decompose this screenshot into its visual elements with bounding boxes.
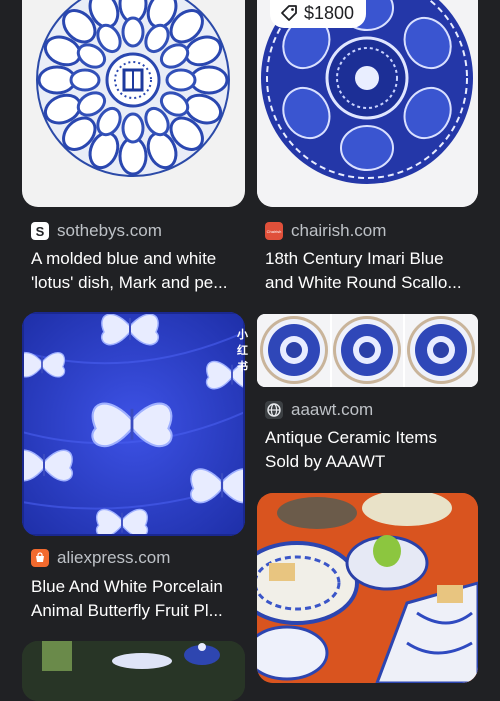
imari-plate-illustration <box>257 0 478 207</box>
result-title-line: A molded blue and white <box>31 249 217 268</box>
result-image-teapot-partial[interactable] <box>22 641 245 701</box>
teapot-illustration <box>22 641 245 701</box>
result-source: sothebys.com <box>57 221 162 240</box>
three-plates-illustration <box>257 314 478 387</box>
result-source-row[interactable]: aliexpress.com <box>31 548 170 568</box>
result-image-butterfly-plate[interactable] <box>22 312 245 536</box>
result-title-line: 18th Century Imari Blue <box>265 249 444 268</box>
result-title-line: and White Round Scallo... <box>265 273 462 292</box>
result-title[interactable]: Antique Ceramic Items Sold by AAAWT <box>265 426 475 474</box>
result-title[interactable]: A molded blue and white 'lotus' dish, Ma… <box>31 247 241 295</box>
result-image-lotus-dish[interactable] <box>22 0 245 207</box>
result-image-market-plates[interactable] <box>257 493 478 683</box>
aliexpress-favicon <box>31 549 49 567</box>
lotus-dish-illustration <box>36 0 230 177</box>
result-title[interactable]: Blue And White Porcelain Animal Butterfl… <box>31 575 241 623</box>
result-image-imari-plate[interactable] <box>257 0 478 207</box>
result-image-three-plates[interactable] <box>257 314 478 387</box>
result-source: chairish.com <box>291 221 387 240</box>
sothebys-favicon: S <box>31 222 49 240</box>
market-plates-illustration <box>257 493 478 683</box>
result-title-line: Sold by AAAWT <box>265 452 386 471</box>
result-title[interactable]: 18th Century Imari Blue and White Round … <box>265 247 475 295</box>
price-value: $1800 <box>304 2 355 23</box>
result-source: aliexpress.com <box>57 548 171 567</box>
chairish-favicon: Chairish <box>265 222 283 240</box>
result-source-row[interactable]: Chairish chairish.com <box>265 221 386 241</box>
result-title-line: Animal Butterfly Fruit Pl... <box>31 601 223 620</box>
price-badge: $1800 <box>270 0 367 28</box>
result-title-line: 'lotus' dish, Mark and pe... <box>31 273 228 292</box>
result-title-line: Blue And White Porcelain <box>31 577 223 596</box>
result-source: aaawt.com <box>291 400 374 419</box>
aaawt-globe-icon <box>265 401 283 419</box>
watermark-text: 小红书 <box>237 329 248 373</box>
butterfly-plate-illustration <box>22 312 245 536</box>
result-source-row[interactable]: S sothebys.com <box>31 221 162 241</box>
result-title-line: Antique Ceramic Items <box>265 428 437 447</box>
result-source-row[interactable]: aaawt.com <box>265 400 373 420</box>
price-tag-icon <box>281 5 297 21</box>
